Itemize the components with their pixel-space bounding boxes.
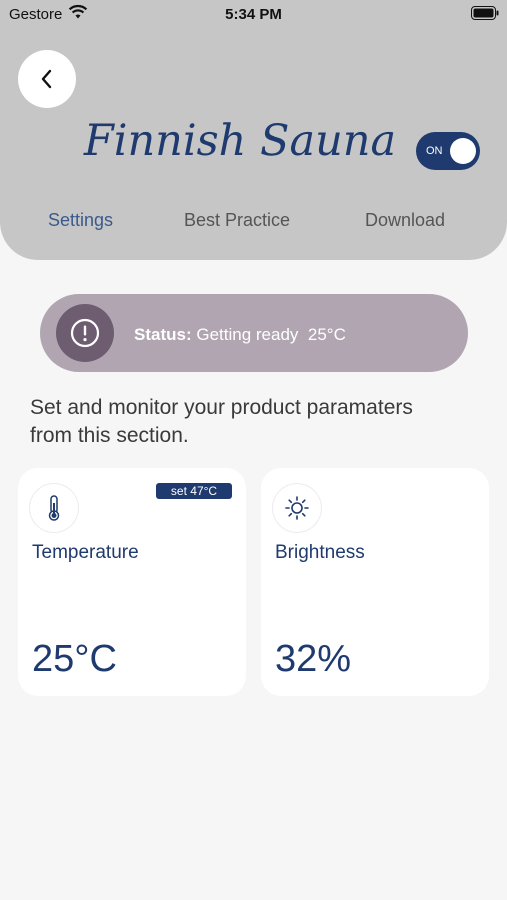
tab-best-practice[interactable]: Best Practice xyxy=(184,210,290,231)
page-title: Finnish Sauna xyxy=(0,116,440,166)
thermometer-icon xyxy=(48,495,60,521)
alert-circle-icon xyxy=(70,318,100,348)
card-label: Temperature xyxy=(32,542,139,563)
temperature-card[interactable]: set 47°C Temperature 25°C xyxy=(18,468,246,696)
card-label: Brightness xyxy=(275,542,365,563)
status-icon-circle xyxy=(56,304,114,362)
back-button[interactable] xyxy=(18,50,76,108)
page-title-text: Finnish Sauna xyxy=(83,116,397,166)
status-banner: Status: Getting ready 25°C xyxy=(40,294,468,372)
status-text: Status: Getting ready 25°C xyxy=(134,325,346,345)
section-description: Set and monitor your product paramaters … xyxy=(30,396,413,447)
status-value: Getting ready 25°C xyxy=(196,325,346,344)
toggle-knob xyxy=(450,138,476,164)
clock: 5:34 PM xyxy=(225,6,282,23)
power-toggle[interactable]: ON xyxy=(416,132,480,170)
battery-icon xyxy=(471,6,499,20)
chevron-left-icon xyxy=(41,69,52,89)
sun-icon xyxy=(285,496,309,520)
card-icon-circle xyxy=(273,484,321,532)
status-bar: Gestore 5:34 PM xyxy=(0,0,507,30)
tab-settings[interactable]: Settings xyxy=(48,210,113,231)
status-label: Status: xyxy=(134,325,192,344)
card-icon-circle xyxy=(30,484,78,532)
set-temperature-badge: set 47°C xyxy=(156,483,232,499)
toggle-label: ON xyxy=(426,145,443,157)
tab-download[interactable]: Download xyxy=(365,210,445,231)
brightness-value: 32% xyxy=(275,638,352,680)
brightness-card[interactable]: Brightness 32% xyxy=(261,468,489,696)
temperature-value: 25°C xyxy=(32,638,117,680)
